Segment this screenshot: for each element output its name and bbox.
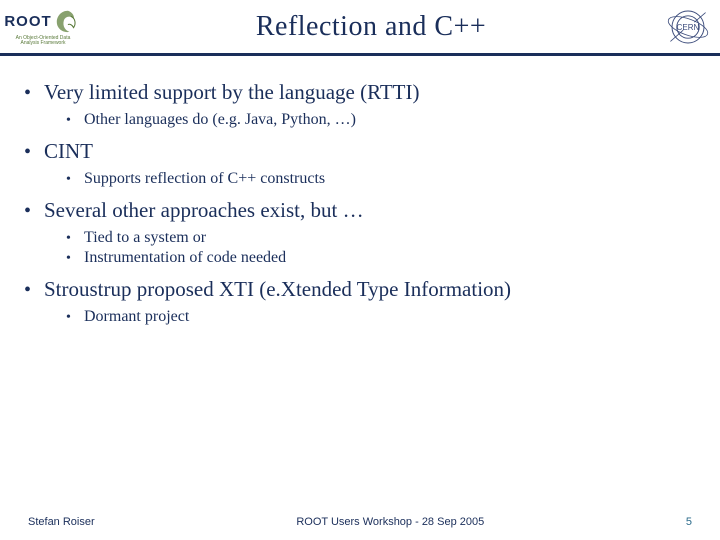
bullet-text: Supports reflection of C++ constructs [84, 170, 325, 188]
bullet-text: Very limited support by the language (RT… [44, 80, 419, 105]
list-item: •Other languages do (e.g. Java, Python, … [66, 111, 696, 129]
footer-author: Stefan Roiser [28, 516, 95, 528]
bullet-icon: • [66, 310, 84, 326]
slide-title: Reflection and C++ [78, 11, 664, 43]
bullet-text: Stroustrup proposed XTI (e.Xtended Type … [44, 277, 511, 302]
bullet-text: Instrumentation of code needed [84, 249, 286, 267]
bullet-icon: • [66, 231, 84, 247]
footer-page-number: 5 [686, 516, 692, 528]
bullet-text: Tied to a system or [84, 229, 206, 247]
cern-logo-icon: CERN [664, 3, 712, 51]
list-item: •Stroustrup proposed XTI (e.Xtended Type… [24, 277, 696, 326]
root-logo-subtitle: An Object-Oriented Data Analysis Framewo… [8, 36, 78, 46]
slide-header: ROOT An Object-Oriented Data Analysis Fr… [0, 0, 720, 56]
bullet-text: Other languages do (e.g. Java, Python, …… [84, 111, 356, 129]
list-item: •Several other approaches exist, but … •… [24, 198, 696, 267]
list-item: •Dormant project [66, 308, 696, 326]
bullet-text: Several other approaches exist, but … [44, 198, 364, 223]
bullet-list: •Very limited support by the language (R… [24, 80, 696, 326]
bullet-icon: • [24, 82, 44, 105]
footer-event: ROOT Users Workshop - 28 Sep 2005 [95, 516, 686, 528]
bullet-icon: • [66, 251, 84, 267]
root-logo: ROOT An Object-Oriented Data Analysis Fr… [8, 3, 78, 51]
root-logo-text: ROOT [4, 13, 51, 30]
bullet-icon: • [66, 113, 84, 129]
bullet-text: CINT [44, 139, 93, 164]
list-item: •CINT •Supports reflection of C++ constr… [24, 139, 696, 188]
bullet-icon: • [24, 200, 44, 223]
bullet-icon: • [24, 279, 44, 302]
slide-content: •Very limited support by the language (R… [0, 56, 720, 326]
bullet-icon: • [66, 172, 84, 188]
cern-logo-text: CERN [677, 23, 700, 32]
list-item: •Tied to a system or [66, 229, 696, 247]
bullet-text: Dormant project [84, 308, 189, 326]
list-item: •Supports reflection of C++ constructs [66, 170, 696, 188]
slide-footer: Stefan Roiser ROOT Users Workshop - 28 S… [0, 516, 720, 528]
list-item: •Instrumentation of code needed [66, 249, 696, 267]
list-item: •Very limited support by the language (R… [24, 80, 696, 129]
bullet-icon: • [24, 141, 44, 164]
